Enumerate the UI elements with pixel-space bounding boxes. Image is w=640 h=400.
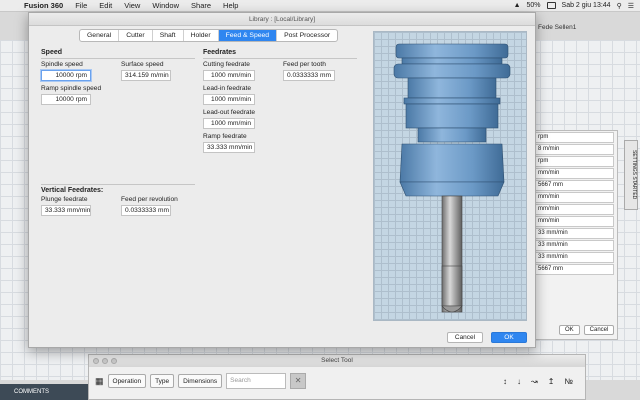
settings-side-tab[interactable]: SETTINGS STARTED xyxy=(624,140,638,210)
feed-speed-form: Speed Spindle speed 10000 rpm Surface sp… xyxy=(37,47,369,325)
panel-field[interactable]: 5667 mm xyxy=(534,264,614,275)
select-tool-title-bar: Select Tool xyxy=(89,355,585,367)
search-input[interactable]: Search xyxy=(226,373,287,389)
menu-bar: Fusion 360 File Edit View Window Share H… xyxy=(0,0,640,12)
panel-field[interactable]: mm/min xyxy=(534,216,614,227)
cancel-button[interactable]: Cancel xyxy=(447,332,483,343)
panel-field[interactable]: mm/min xyxy=(534,192,614,203)
tool-preview-viewport[interactable] xyxy=(373,31,527,321)
menu-file[interactable]: File xyxy=(69,1,93,10)
drill-icon[interactable]: ↓ xyxy=(517,377,521,386)
clear-search-icon[interactable]: ✕ xyxy=(290,373,307,389)
surface-speed-label: Surface speed xyxy=(121,61,164,68)
ramp-spindle-speed-label: Ramp spindle speed xyxy=(41,85,102,92)
feed-per-revolution-field[interactable]: 0.0333333 mm xyxy=(121,205,171,216)
feed-per-tooth-field[interactable]: 0.0333333 mm xyxy=(283,70,335,81)
ok-button[interactable]: OK xyxy=(491,332,527,343)
close-window-button[interactable] xyxy=(93,358,99,364)
comments-bar[interactable]: COMMENTS xyxy=(0,384,90,400)
feedrates-divider xyxy=(203,58,357,59)
spindle-speed-field[interactable]: 10000 rpm xyxy=(41,70,91,81)
feed-per-tooth-label: Feed per tooth xyxy=(283,61,326,68)
surface-speed-field[interactable]: 314.159 m/min xyxy=(121,70,171,81)
vertical-feedrates-title: Vertical Feedrates: xyxy=(41,187,104,194)
tool-type-icons: ↕ ↓ ↝ ↥ № xyxy=(503,377,579,386)
zoom-window-button[interactable] xyxy=(111,358,117,364)
feed-per-revolution-label: Feed per revolution xyxy=(121,196,178,203)
panel-ok-button[interactable]: OK xyxy=(559,325,580,335)
tool-3d-model xyxy=(393,43,511,313)
ramp-spindle-speed-field[interactable]: 10000 rpm xyxy=(41,94,91,105)
panel-cancel-button[interactable]: Cancel xyxy=(583,325,615,335)
menu-list-icon[interactable]: ☰ xyxy=(628,2,634,10)
dialog-buttons: Cancel OK xyxy=(447,332,527,343)
leadin-feedrate-label: Lead-in feedrate xyxy=(203,85,252,92)
tab-cutter[interactable]: Cutter xyxy=(119,30,153,41)
operation-filter-button[interactable]: Operation xyxy=(107,374,147,388)
end-mill-icon[interactable]: ↕ xyxy=(503,377,507,386)
menu-edit[interactable]: Edit xyxy=(93,1,118,10)
select-tool-window: Select Tool ▦ Operation Type Dimensions … xyxy=(88,354,586,400)
tab-shaft[interactable]: Shaft xyxy=(153,30,184,41)
vertical-divider xyxy=(41,184,195,185)
menu-share[interactable]: Share xyxy=(185,1,217,10)
panel-field[interactable]: mm/min xyxy=(534,168,614,179)
panel-field[interactable]: mm/min xyxy=(534,204,614,215)
panel-field[interactable]: 33 mm/min xyxy=(534,228,614,239)
tool-library-icon[interactable]: ▦ xyxy=(95,376,104,387)
tool-library-dialog: Library : [Local/Library] General Cutter… xyxy=(28,12,536,348)
select-tool-title: Select Tool xyxy=(321,357,353,364)
tab-post-processor[interactable]: Post Processor xyxy=(277,30,337,41)
leadin-feedrate-field[interactable]: 1000 mm/min xyxy=(203,94,255,105)
tab-general[interactable]: General xyxy=(80,30,120,41)
status-area: ▲ 50% Sab 2 giu 13:44 ⚲ ☰ xyxy=(514,2,640,10)
probe-icon[interactable]: ↥ xyxy=(548,377,555,386)
cutting-feedrate-label: Cutting feedrate xyxy=(203,61,250,68)
ramp-feedrate-field[interactable]: 33.333 mm/min xyxy=(203,142,255,153)
ramp-feedrate-label: Ramp feedrate xyxy=(203,133,247,140)
window-controls xyxy=(93,358,117,364)
wifi-icon[interactable]: ▲ xyxy=(514,2,521,9)
tool-parameters-panel: rpm 8 m/min rpm mm/min 5667 mm mm/min mm… xyxy=(530,130,618,340)
tab-feed-speed[interactable]: Feed & Speed xyxy=(218,30,278,41)
dimensions-filter-button[interactable]: Dimensions xyxy=(178,374,223,388)
minimize-window-button[interactable] xyxy=(102,358,108,364)
dialog-title: Library : [Local/Library] xyxy=(29,13,535,26)
speed-section-title: Speed xyxy=(41,49,63,56)
type-filter-button[interactable]: Type xyxy=(150,374,175,388)
panel-field[interactable]: 33 mm/min xyxy=(534,252,614,263)
battery-icon[interactable] xyxy=(546,2,556,9)
plunge-feedrate-field[interactable]: 33.333 mm/min xyxy=(41,205,91,216)
spindle-speed-label: Spindle speed xyxy=(41,61,83,68)
panel-field[interactable]: 8 m/min xyxy=(534,144,614,155)
panel-field[interactable]: rpm xyxy=(534,132,614,143)
turning-icon[interactable]: ↝ xyxy=(531,377,538,386)
battery-percent: 50% xyxy=(526,2,541,9)
speed-divider xyxy=(41,58,195,59)
panel-field[interactable]: 33 mm/min xyxy=(534,240,614,251)
tab-holder[interactable]: Holder xyxy=(184,30,219,41)
dialog-tabs: General Cutter Shaft Holder Feed & Speed… xyxy=(79,29,339,42)
menu-help[interactable]: Help xyxy=(217,1,244,10)
menu-window[interactable]: Window xyxy=(146,1,185,10)
numbering-icon[interactable]: № xyxy=(564,377,573,386)
panel-field[interactable]: rpm xyxy=(534,156,614,167)
leadout-feedrate-field[interactable]: 1000 mm/min xyxy=(203,118,255,129)
plunge-feedrate-label: Plunge feedrate xyxy=(41,196,88,203)
menu-view[interactable]: View xyxy=(118,1,146,10)
cutting-feedrate-field[interactable]: 1000 mm/min xyxy=(203,70,255,81)
clock[interactable]: Sab 2 giu 13:44 xyxy=(562,2,611,9)
panel-field[interactable]: 5667 mm xyxy=(534,180,614,191)
feedrates-section-title: Feedrates xyxy=(203,49,237,56)
search-icon[interactable]: ⚲ xyxy=(617,2,622,10)
app-name-menu[interactable]: Fusion 360 xyxy=(18,1,69,10)
leadout-feedrate-label: Lead-out feedrate xyxy=(203,109,256,116)
user-menu[interactable]: Fede Sellen1 xyxy=(538,24,638,36)
